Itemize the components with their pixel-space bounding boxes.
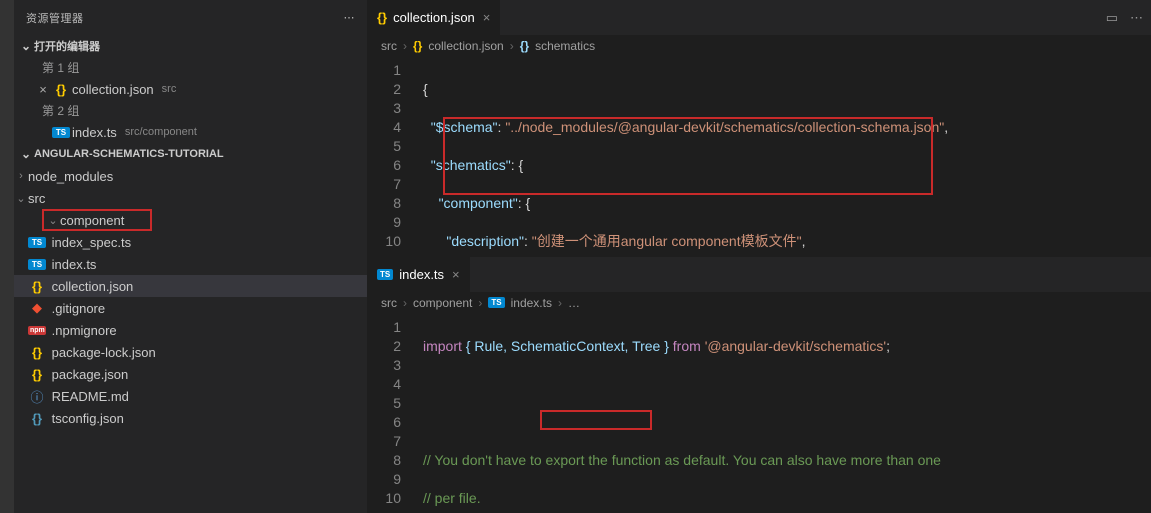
crumb[interactable]: index.ts bbox=[511, 296, 552, 310]
tab-index[interactable]: TS index.ts × bbox=[367, 257, 471, 292]
file-meta: src bbox=[162, 83, 177, 95]
ts-icon: TS bbox=[28, 237, 46, 248]
tree-label: collection.json bbox=[52, 279, 134, 294]
tree-label: node_modules bbox=[28, 169, 113, 184]
more-icon[interactable]: ⋯ bbox=[1130, 10, 1143, 26]
sidebar: 资源管理器 ⋯ ⌄ 打开的编辑器 第 1 组 × {} collection.j… bbox=[14, 0, 367, 513]
pane1-actions: ▭ ⋯ bbox=[1098, 0, 1151, 35]
crumb[interactable]: collection.json bbox=[428, 39, 503, 53]
ts-icon: TS bbox=[488, 297, 504, 308]
npm-icon: npm bbox=[28, 326, 46, 335]
open-editor-collection[interactable]: × {} collection.json src bbox=[14, 78, 367, 100]
tree-label: component bbox=[60, 213, 124, 228]
tab-label: index.ts bbox=[399, 267, 444, 282]
close-icon[interactable]: × bbox=[452, 267, 460, 282]
tab-label: collection.json bbox=[393, 10, 475, 25]
crumb[interactable]: schematics bbox=[535, 39, 595, 53]
split-icon[interactable]: ▭ bbox=[1106, 10, 1118, 26]
tree-node-modules[interactable]: ›node_modules bbox=[14, 165, 367, 187]
tree-pkg[interactable]: {} package.json bbox=[14, 363, 367, 385]
sidebar-title-text: 资源管理器 bbox=[26, 10, 84, 26]
open-editors-label: 打开的编辑器 bbox=[34, 38, 100, 54]
tree-label: package-lock.json bbox=[52, 345, 156, 360]
tree-src[interactable]: ⌄src bbox=[14, 187, 367, 209]
json-icon: {} bbox=[28, 279, 46, 294]
tree-label: tsconfig.json bbox=[52, 411, 124, 426]
file-label: collection.json bbox=[72, 82, 154, 97]
editor-area: {} collection.json × ▭ ⋯ src› {}collecti… bbox=[367, 0, 1151, 513]
tree-label: .gitignore bbox=[52, 301, 105, 316]
highlight-box bbox=[443, 117, 933, 195]
crumb[interactable]: src bbox=[381, 39, 397, 53]
tree-label: index_spec.ts bbox=[52, 235, 132, 250]
line-gutter: 12345678910 bbox=[367, 314, 415, 513]
git-icon: ◆ bbox=[28, 300, 46, 316]
highlight-box bbox=[540, 410, 652, 430]
tab-collection[interactable]: {} collection.json × bbox=[367, 0, 501, 35]
tree-label: .npmignore bbox=[52, 323, 117, 338]
editor-pane-2: TS index.ts × src› component› TSindex.ts… bbox=[367, 257, 1151, 513]
tree-npmignore[interactable]: npm .npmignore bbox=[14, 319, 367, 341]
tree-readme[interactable]: ⓘ README.md bbox=[14, 385, 367, 407]
ts-icon: TS bbox=[28, 259, 46, 270]
tree-index-spec[interactable]: TS index_spec.ts bbox=[14, 231, 367, 253]
crumb[interactable]: component bbox=[413, 296, 472, 310]
tab-bar-2: TS index.ts × bbox=[367, 257, 1151, 292]
tree-label: index.ts bbox=[52, 257, 97, 272]
group1-label: 第 1 组 bbox=[14, 57, 367, 78]
file-tree: ›node_modules ⌄src ⌄component TS index_s… bbox=[14, 165, 367, 429]
chevron-down-icon: ⌄ bbox=[18, 147, 34, 161]
activity-bar bbox=[0, 0, 14, 513]
tree-pkglock[interactable]: {} package-lock.json bbox=[14, 341, 367, 363]
tree-label: README.md bbox=[52, 389, 129, 404]
code-lines[interactable]: { "$schema": "../node_modules/@angular-d… bbox=[415, 57, 1151, 256]
chevron-down-icon: ⌄ bbox=[46, 214, 60, 227]
sidebar-title: 资源管理器 ⋯ bbox=[14, 0, 367, 35]
tree-component[interactable]: ⌄component bbox=[42, 209, 152, 231]
chevron-down-icon: ⌄ bbox=[18, 39, 34, 53]
tree-label: package.json bbox=[52, 367, 129, 382]
project-header[interactable]: ⌄ ANGULAR-SCHEMATICS-TUTORIAL bbox=[14, 143, 367, 165]
file-label: index.ts bbox=[72, 125, 117, 140]
line-gutter: 12345678910 bbox=[367, 57, 415, 256]
json-icon: {} bbox=[377, 10, 387, 25]
tree-label: src bbox=[28, 191, 45, 206]
breadcrumb-1[interactable]: src› {}collection.json› {}schematics bbox=[367, 35, 1151, 57]
crumb[interactable]: src bbox=[381, 296, 397, 310]
json-icon: {} bbox=[28, 345, 46, 360]
code-editor-1[interactable]: 12345678910 { "$schema": "../node_module… bbox=[367, 57, 1151, 256]
tree-index[interactable]: TS index.ts bbox=[14, 253, 367, 275]
tree-collection[interactable]: {} collection.json bbox=[14, 275, 367, 297]
more-icon[interactable]: ⋯ bbox=[344, 11, 356, 24]
file-meta: src/component bbox=[125, 126, 197, 138]
ts-icon: TS bbox=[52, 127, 70, 138]
code-lines[interactable]: import { Rule, SchematicContext, Tree } … bbox=[415, 314, 1151, 513]
chevron-down-icon: ⌄ bbox=[14, 192, 28, 205]
crumb[interactable]: … bbox=[568, 296, 580, 310]
open-editors-header[interactable]: ⌄ 打开的编辑器 bbox=[14, 35, 367, 57]
ts-icon: TS bbox=[377, 269, 393, 280]
tree-tsconfig[interactable]: {} tsconfig.json bbox=[14, 407, 367, 429]
json-icon: {} bbox=[52, 82, 70, 97]
close-icon[interactable]: × bbox=[483, 10, 491, 25]
json-icon: {} bbox=[28, 411, 46, 426]
tree-gitignore[interactable]: ◆ .gitignore bbox=[14, 297, 367, 319]
object-icon: {} bbox=[520, 39, 529, 53]
breadcrumb-2[interactable]: src› component› TSindex.ts›… bbox=[367, 292, 1151, 314]
close-icon[interactable]: × bbox=[34, 82, 52, 97]
editor-pane-1: {} collection.json × ▭ ⋯ src› {}collecti… bbox=[367, 0, 1151, 257]
info-icon: ⓘ bbox=[28, 387, 46, 406]
chevron-right-icon: › bbox=[14, 170, 28, 182]
open-editor-index[interactable]: TS index.ts src/component bbox=[14, 121, 367, 143]
project-label: ANGULAR-SCHEMATICS-TUTORIAL bbox=[34, 148, 224, 160]
code-editor-2[interactable]: 12345678910 import { Rule, SchematicCont… bbox=[367, 314, 1151, 513]
json-icon: {} bbox=[413, 39, 422, 53]
group2-label: 第 2 组 bbox=[14, 100, 367, 121]
json-icon: {} bbox=[28, 367, 46, 382]
tab-bar-1: {} collection.json × ▭ ⋯ bbox=[367, 0, 1151, 35]
